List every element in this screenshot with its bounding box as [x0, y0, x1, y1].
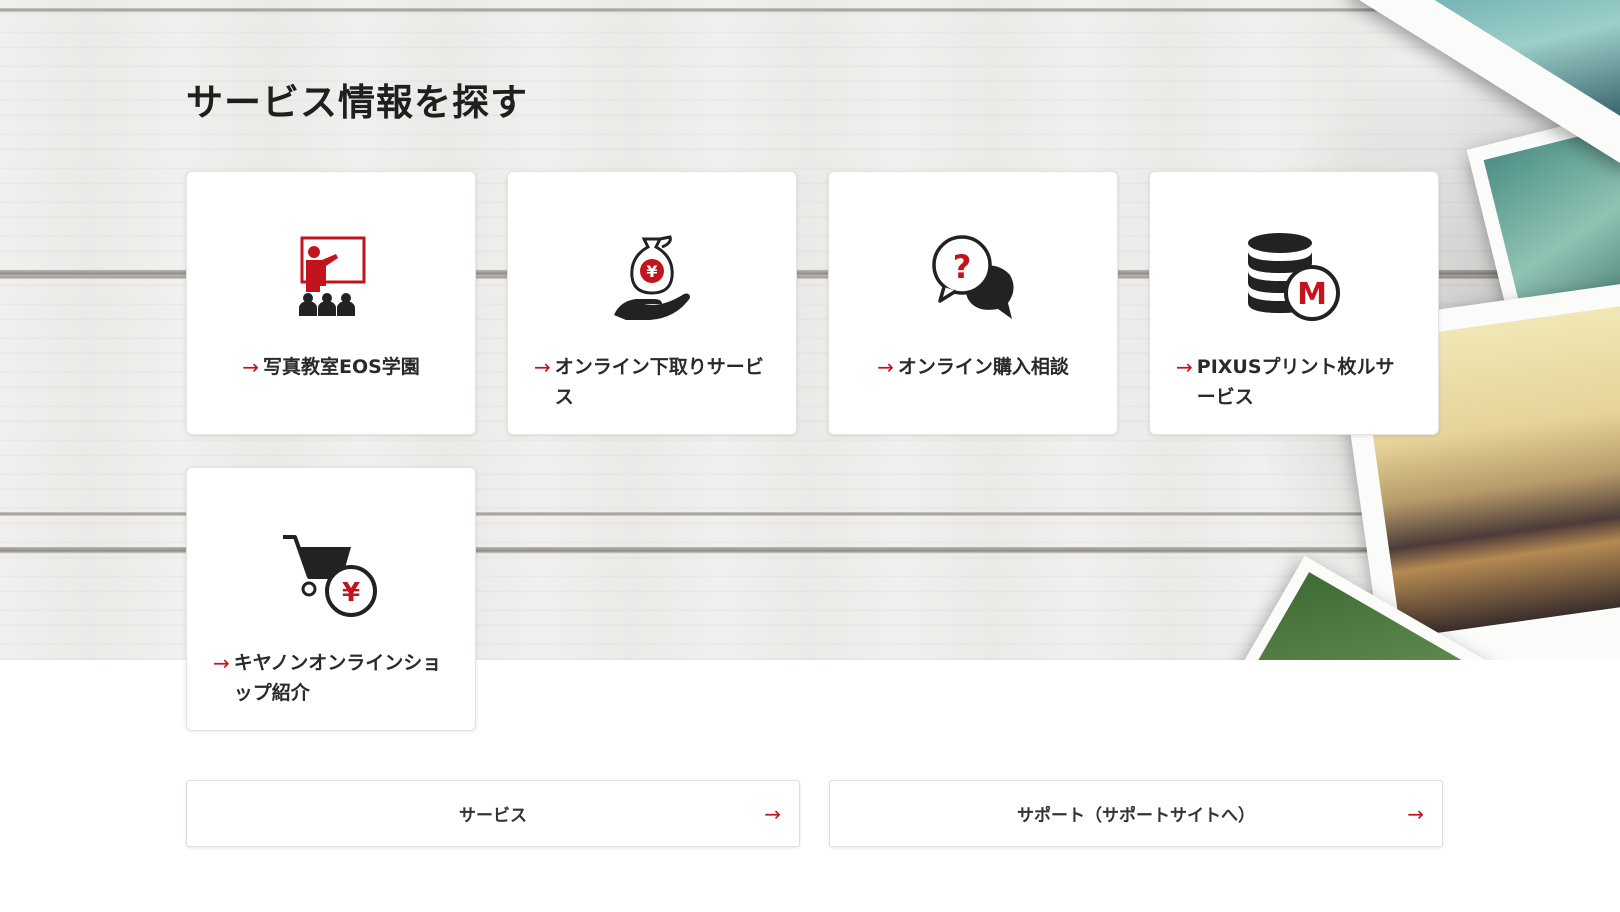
arrow-right-icon: →	[242, 355, 259, 379]
arrow-right-icon: →	[1407, 801, 1424, 826]
service-link-label: サービス	[459, 806, 527, 826]
svg-text:?: ?	[953, 248, 972, 286]
card-label: オンライン購入相談	[897, 356, 1069, 378]
svg-text:M: M	[1297, 277, 1327, 312]
card-label: 写真教室EOS学園	[262, 356, 420, 378]
arrow-right-icon: →	[534, 355, 551, 379]
classroom-teacher-icon	[276, 228, 386, 328]
page-title: サービス情報を探す	[186, 81, 528, 124]
card-online-trade-in[interactable]: ¥ → オンライン下取りサービス	[507, 171, 797, 435]
arrow-right-icon: →	[213, 651, 230, 675]
card-online-consultation[interactable]: ? → オンライン購入相談	[828, 171, 1118, 435]
cart-yen-icon: ¥	[276, 524, 386, 624]
card-pixus-print-service[interactable]: M → PIXUSプリント枚ルサービス	[1149, 171, 1439, 435]
database-m-badge-icon: M	[1239, 228, 1349, 328]
arrow-right-icon: →	[877, 355, 894, 379]
svg-text:¥: ¥	[646, 262, 657, 281]
card-eos-gakuen[interactable]: → 写真教室EOS学園	[186, 171, 476, 435]
money-bag-hand-icon: ¥	[597, 228, 707, 328]
svg-text:¥: ¥	[342, 578, 360, 608]
arrow-right-icon: →	[1176, 355, 1193, 379]
card-label: オンライン下取りサービス	[554, 356, 764, 408]
question-chat-bubbles-icon: ?	[918, 228, 1028, 328]
card-label: キヤノンオンラインショップ紹介	[233, 652, 442, 704]
arrow-right-icon: →	[764, 801, 781, 826]
service-link-button[interactable]: サービス →	[186, 780, 800, 847]
support-link-label: サポート（サポートサイトへ）	[1017, 806, 1255, 826]
support-site-link-button[interactable]: サポート（サポートサイトへ） →	[829, 780, 1443, 847]
card-canon-online-shop[interactable]: ¥ → キヤノンオンラインショップ紹介	[186, 467, 476, 731]
card-label: PIXUSプリント枚ルサービス	[1196, 356, 1395, 408]
